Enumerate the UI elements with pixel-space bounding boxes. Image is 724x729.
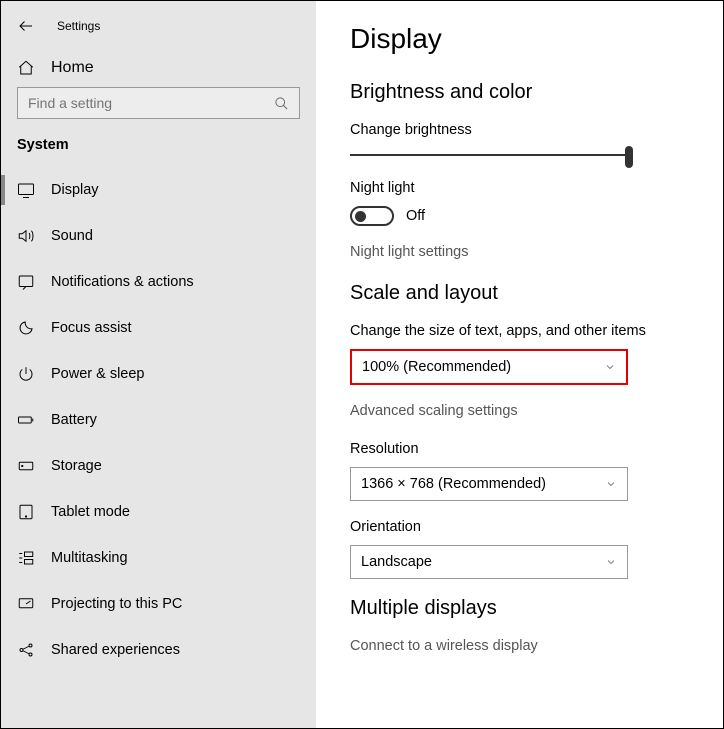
- multiple-heading: Multiple displays: [350, 597, 723, 620]
- sound-icon: [17, 227, 35, 245]
- orientation-label: Orientation: [350, 519, 723, 535]
- brightness-slider-thumb[interactable]: [625, 146, 633, 168]
- home-label: Home: [51, 59, 94, 77]
- toggle-knob: [355, 211, 366, 222]
- nav-item-multitask[interactable]: Multitasking: [1, 535, 316, 581]
- resolution-value: 1366 × 768 (Recommended): [361, 476, 546, 492]
- section-header: System: [1, 137, 316, 167]
- nav-item-storage[interactable]: Storage: [1, 443, 316, 489]
- nav-label: Tablet mode: [51, 504, 130, 520]
- brightness-slider[interactable]: [350, 154, 628, 156]
- chevron-down-icon: [605, 478, 617, 490]
- nightlight-settings-link[interactable]: Night light settings: [350, 244, 723, 260]
- nav-item-display[interactable]: Display: [1, 167, 316, 213]
- home-nav[interactable]: Home: [1, 49, 316, 87]
- main-content: Display Brightness and color Change brig…: [316, 1, 723, 728]
- resolution-label: Resolution: [350, 441, 723, 457]
- back-button[interactable]: [17, 17, 35, 35]
- scale-heading: Scale and layout: [350, 282, 723, 305]
- nav-item-shared[interactable]: Shared experiences: [1, 627, 316, 673]
- nav-label: Storage: [51, 458, 102, 474]
- change-brightness-label: Change brightness: [350, 122, 723, 138]
- nav-label: Battery: [51, 412, 97, 428]
- storage-icon: [17, 457, 35, 475]
- connect-wireless-link[interactable]: Connect to a wireless display: [350, 638, 723, 654]
- nav-label: Notifications & actions: [51, 274, 194, 290]
- nav-item-power[interactable]: Power & sleep: [1, 351, 316, 397]
- home-icon: [17, 59, 35, 77]
- text-size-label: Change the size of text, apps, and other…: [350, 323, 723, 339]
- orientation-dropdown[interactable]: Landscape: [350, 545, 628, 579]
- advanced-scaling-link[interactable]: Advanced scaling settings: [350, 403, 723, 419]
- nav-label: Shared experiences: [51, 642, 180, 658]
- focus-icon: [17, 319, 35, 337]
- nav-label: Display: [51, 182, 99, 198]
- battery-icon: [17, 411, 35, 429]
- text-size-dropdown[interactable]: 100% (Recommended): [350, 349, 628, 385]
- chevron-down-icon: [604, 361, 616, 373]
- page-title: Display: [350, 23, 723, 55]
- resolution-dropdown[interactable]: 1366 × 768 (Recommended): [350, 467, 628, 501]
- nav-item-tablet[interactable]: Tablet mode: [1, 489, 316, 535]
- power-icon: [17, 365, 35, 383]
- notifications-icon: [17, 273, 35, 291]
- nav-item-projecting[interactable]: Projecting to this PC: [1, 581, 316, 627]
- brightness-heading: Brightness and color: [350, 81, 723, 104]
- shared-icon: [17, 641, 35, 659]
- search-input[interactable]: [28, 95, 274, 111]
- nav-item-battery[interactable]: Battery: [1, 397, 316, 443]
- orientation-value: Landscape: [361, 554, 432, 570]
- tablet-icon: [17, 503, 35, 521]
- chevron-down-icon: [605, 556, 617, 568]
- nightlight-toggle[interactable]: [350, 206, 394, 226]
- text-size-value: 100% (Recommended): [362, 359, 511, 375]
- window-title: Settings: [57, 19, 100, 33]
- multitask-icon: [17, 549, 35, 567]
- titlebar: Settings: [1, 13, 316, 49]
- nightlight-state: Off: [406, 208, 425, 224]
- search-icon: [274, 96, 289, 111]
- nav-label: Projecting to this PC: [51, 596, 182, 612]
- projecting-icon: [17, 595, 35, 613]
- nav-item-sound[interactable]: Sound: [1, 213, 316, 259]
- nav-label: Focus assist: [51, 320, 132, 336]
- nav-list: Display Sound Notifications & actions Fo…: [1, 167, 316, 673]
- settings-sidebar: Settings Home System Display Sound Notif…: [1, 1, 316, 728]
- nightlight-label: Night light: [350, 180, 723, 196]
- nav-label: Power & sleep: [51, 366, 145, 382]
- search-box[interactable]: [17, 87, 300, 119]
- nav-label: Multitasking: [51, 550, 128, 566]
- nav-label: Sound: [51, 228, 93, 244]
- nav-item-notifications[interactable]: Notifications & actions: [1, 259, 316, 305]
- nav-item-focus[interactable]: Focus assist: [1, 305, 316, 351]
- display-icon: [17, 181, 35, 199]
